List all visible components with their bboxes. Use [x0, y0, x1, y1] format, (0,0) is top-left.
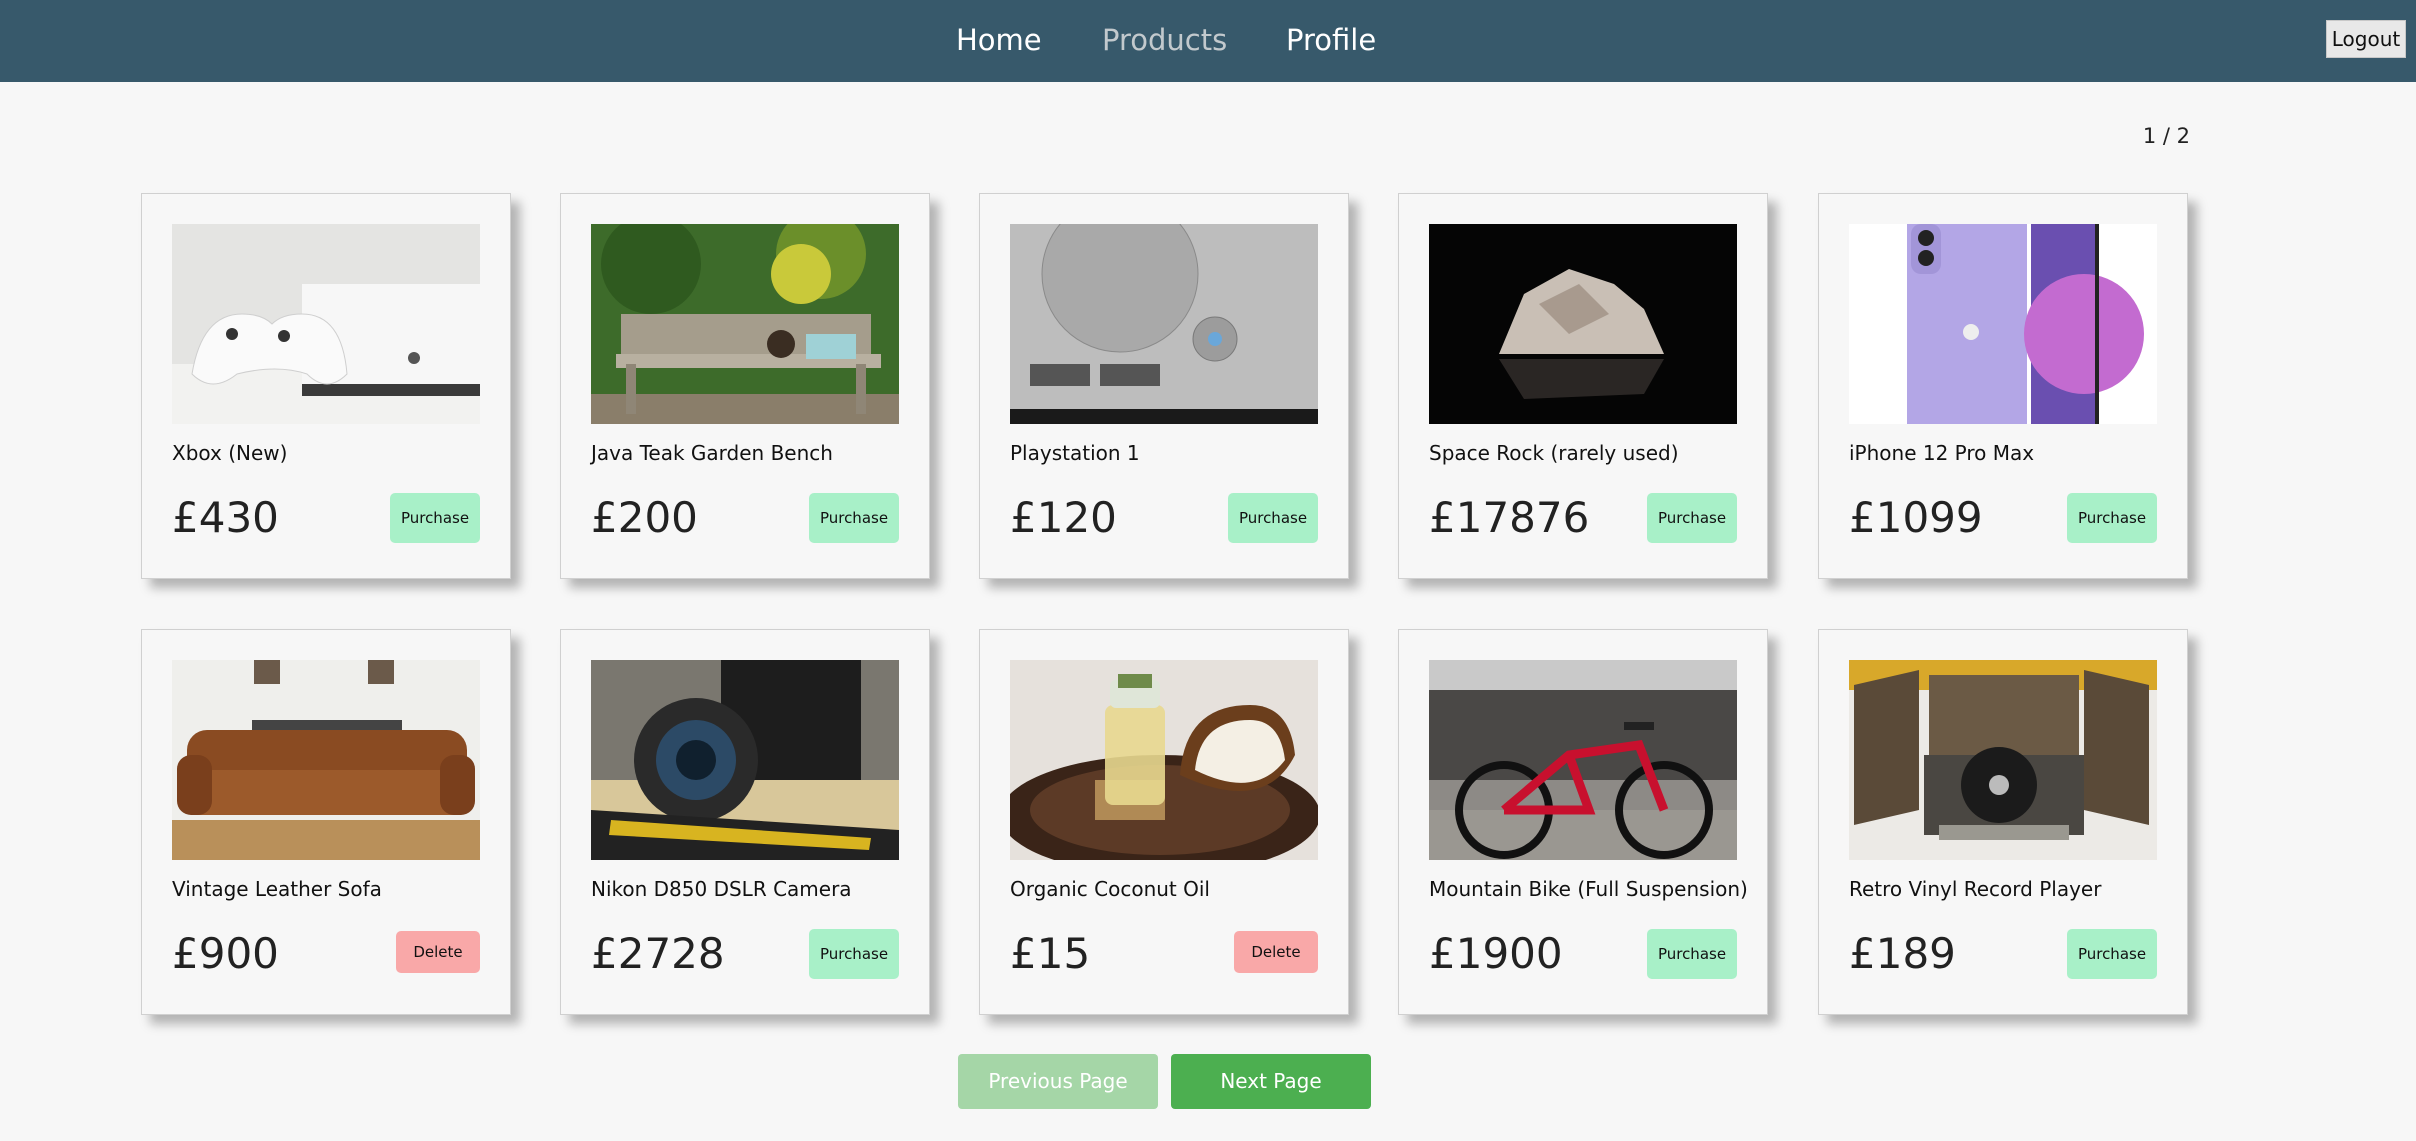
product-price: £430	[172, 493, 279, 542]
product-name: Xbox (New)	[172, 441, 288, 465]
product-card: iPhone 12 Pro Max £1099 Purchase	[1818, 193, 2188, 579]
previous-page-button[interactable]: Previous Page	[958, 1054, 1158, 1109]
delete-button[interactable]: Delete	[1234, 931, 1318, 973]
purchase-button[interactable]: Purchase	[809, 929, 899, 979]
purchase-button[interactable]: Purchase	[1647, 929, 1737, 979]
product-name: Space Rock (rarely used)	[1429, 441, 1679, 465]
product-name: Nikon D850 DSLR Camera	[591, 877, 852, 901]
purchase-button[interactable]: Purchase	[2067, 493, 2157, 543]
purchase-button[interactable]: Purchase	[2067, 929, 2157, 979]
product-name: Vintage Leather Sofa	[172, 877, 382, 901]
product-card: Organic Coconut Oil £15 Delete	[979, 629, 1349, 1015]
product-name: Retro Vinyl Record Player	[1849, 877, 2102, 901]
product-price: £1900	[1429, 929, 1563, 978]
product-price: £2728	[591, 929, 725, 978]
product-name: Organic Coconut Oil	[1010, 877, 1210, 901]
product-image-xbox	[172, 224, 480, 424]
purchase-button[interactable]: Purchase	[1228, 493, 1318, 543]
product-card: Mountain Bike (Full Suspension) £1900 Pu…	[1398, 629, 1768, 1015]
product-image-space-rock	[1429, 224, 1737, 424]
delete-button[interactable]: Delete	[396, 931, 480, 973]
product-card: Java Teak Garden Bench £200 Purchase	[560, 193, 930, 579]
purchase-button[interactable]: Purchase	[1647, 493, 1737, 543]
product-card: Xbox (New) £430 Purchase	[141, 193, 511, 579]
product-name: iPhone 12 Pro Max	[1849, 441, 2035, 465]
product-card: Vintage Leather Sofa £900 Delete	[141, 629, 511, 1015]
product-image-bench	[591, 224, 899, 424]
product-card: Playstation 1 £120 Purchase	[979, 193, 1349, 579]
product-image-mountain-bike	[1429, 660, 1737, 860]
product-name: Mountain Bike (Full Suspension)	[1429, 877, 1748, 901]
product-image-playstation	[1010, 224, 1318, 424]
product-name: Java Teak Garden Bench	[591, 441, 833, 465]
product-price: £900	[172, 929, 279, 978]
product-price: £1099	[1849, 493, 1983, 542]
product-card: Retro Vinyl Record Player £189 Purchase	[1818, 629, 2188, 1015]
nav-profile-link[interactable]: Profile	[1286, 20, 1376, 60]
product-image-iphone	[1849, 224, 2157, 424]
product-card: Nikon D850 DSLR Camera £2728 Purchase	[560, 629, 930, 1015]
page-indicator: 1 / 2	[2142, 124, 2190, 148]
product-image-sofa	[172, 660, 480, 860]
product-image-record-player	[1849, 660, 2157, 860]
nav-home-link[interactable]: Home	[956, 20, 1042, 60]
purchase-button[interactable]: Purchase	[809, 493, 899, 543]
top-navbar: Home Products Profile Logout	[0, 0, 2416, 82]
product-price: £120	[1010, 493, 1117, 542]
next-page-button[interactable]: Next Page	[1171, 1054, 1371, 1109]
logout-button[interactable]: Logout	[2326, 20, 2406, 58]
product-name: Playstation 1	[1010, 441, 1140, 465]
product-card: Space Rock (rarely used) £17876 Purchase	[1398, 193, 1768, 579]
product-price: £189	[1849, 929, 1956, 978]
purchase-button[interactable]: Purchase	[390, 493, 480, 543]
product-price: £200	[591, 493, 698, 542]
nav-products-link[interactable]: Products	[1102, 20, 1227, 60]
product-image-camera	[591, 660, 899, 860]
product-price: £17876	[1429, 493, 1590, 542]
product-image-coconut-oil	[1010, 660, 1318, 860]
product-price: £15	[1010, 929, 1091, 978]
